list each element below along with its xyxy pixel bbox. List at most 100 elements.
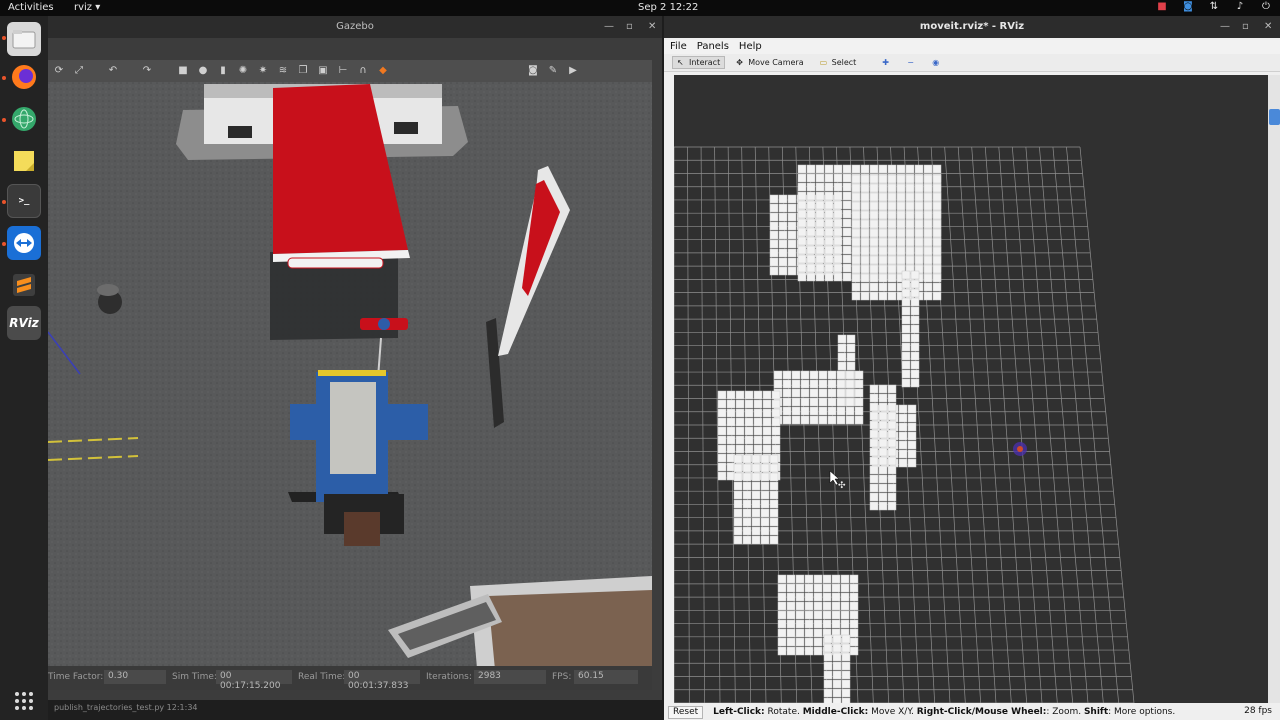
menu-help[interactable]: Help	[739, 40, 762, 54]
voxel	[854, 406, 864, 416]
voxel	[786, 583, 796, 593]
sublime-icon[interactable]	[7, 268, 41, 302]
gazebo-3d-viewport[interactable]	[48, 82, 652, 680]
clock[interactable]: Sep 2 12:22	[638, 2, 698, 13]
voxel	[751, 472, 761, 482]
point-light-icon[interactable]: ✺	[236, 65, 250, 77]
files-icon[interactable]	[7, 22, 41, 56]
minimize-icon[interactable]: —	[1220, 16, 1230, 38]
voxel	[787, 194, 797, 204]
network-icon[interactable]: ⇅	[1208, 1, 1220, 13]
voxel	[778, 239, 788, 249]
voxel	[744, 426, 754, 436]
snap-icon[interactable]: ∩	[356, 65, 370, 77]
system-tray[interactable]: ■ ◙ ⇅ ♪ ⏻	[1156, 1, 1272, 13]
voxel	[786, 592, 796, 602]
voxel	[753, 417, 763, 427]
box-shape-icon[interactable]: ■	[176, 65, 190, 77]
rviz-fps: 28 fps	[1244, 706, 1272, 716]
rotate-mode-icon[interactable]: ⟳	[52, 65, 66, 77]
voxel	[786, 610, 796, 620]
voxel	[841, 652, 851, 662]
voxel	[910, 342, 920, 352]
scale-mode-icon[interactable]: ⤢	[72, 65, 86, 77]
select-tool-button[interactable]: ▭ Select	[815, 56, 862, 69]
voxel	[726, 417, 736, 427]
maximize-icon[interactable]: ▫	[626, 16, 633, 38]
voxel	[822, 601, 832, 611]
move-camera-tool-button[interactable]: ✥ Move Camera	[731, 56, 808, 69]
reset-button[interactable]: Reset	[668, 705, 704, 719]
gazebo-title-bar[interactable]: Gazebo — ▫ ✕	[48, 16, 662, 38]
minimize-icon[interactable]: —	[604, 16, 614, 38]
video-record-icon[interactable]: ▶	[566, 65, 580, 77]
power-icon[interactable]: ⏻	[1260, 1, 1272, 13]
cylinder-shape-icon[interactable]: ▮	[216, 65, 230, 77]
voxel	[751, 508, 761, 518]
spot-light-icon[interactable]: ✷	[256, 65, 270, 77]
log-icon[interactable]: ✎	[546, 65, 560, 77]
voxel	[878, 429, 888, 439]
close-icon[interactable]: ✕	[648, 16, 656, 38]
show-applications-icon[interactable]	[7, 684, 41, 718]
record-icon[interactable]: ■	[1156, 1, 1168, 13]
voxel	[887, 164, 897, 174]
paste-icon[interactable]: ▣	[316, 65, 330, 77]
voxel	[910, 378, 920, 388]
activities-button[interactable]: Activities	[8, 2, 54, 13]
remove-tool-button[interactable]: −	[902, 57, 921, 69]
add-tool-button[interactable]: ✚	[877, 57, 896, 69]
menu-file[interactable]: File	[670, 40, 687, 54]
menu-panels[interactable]: Panels	[697, 40, 729, 54]
voxel	[842, 236, 852, 246]
align-icon[interactable]: ⊢	[336, 65, 350, 77]
voxel	[869, 474, 879, 484]
collapsed-side-panel[interactable]	[1268, 75, 1280, 703]
maximize-icon[interactable]: ▫	[1242, 16, 1249, 38]
teamviewer-icon[interactable]: ◙	[1182, 1, 1194, 13]
voxel	[837, 334, 847, 344]
voxel	[797, 272, 807, 282]
redo-icon[interactable]: ↷	[140, 65, 154, 77]
voxel	[914, 246, 924, 256]
voxel	[898, 404, 908, 414]
voxel	[742, 481, 752, 491]
atom-icon[interactable]	[7, 102, 41, 136]
directional-light-icon[interactable]: ≋	[276, 65, 290, 77]
voxel	[869, 420, 879, 430]
gazebo-status-bar: Time Factor: 0.30 Sim Time: 00 00:17:15.…	[48, 666, 652, 691]
voxel	[797, 173, 807, 183]
voxel	[813, 583, 823, 593]
notes-icon[interactable]	[7, 144, 41, 178]
voxel	[818, 415, 828, 425]
time-factor-label: Time Factor:	[48, 672, 104, 682]
mouse-hint: Left-Click: Rotate. Middle-Click: Move X…	[713, 707, 1175, 717]
rviz-icon[interactable]: RViz	[7, 306, 41, 340]
app-menu[interactable]: rviz ▾	[74, 2, 100, 13]
close-icon[interactable]: ✕	[1264, 16, 1272, 38]
voxel	[887, 483, 897, 493]
change-view-icon[interactable]: ◆	[376, 65, 390, 77]
voxel	[860, 255, 870, 265]
terminal-icon[interactable]: >_	[7, 184, 41, 218]
voxel	[914, 237, 924, 247]
rviz-3d-viewport[interactable]: ✣	[674, 75, 1268, 703]
voxel	[905, 219, 915, 229]
volume-icon[interactable]: ♪	[1234, 1, 1246, 13]
voxel	[769, 481, 779, 491]
sphere-shape-icon[interactable]: ●	[196, 65, 210, 77]
voxel	[932, 219, 942, 229]
firefox-icon[interactable]	[7, 60, 41, 94]
teamviewer-icon[interactable]	[7, 226, 41, 260]
undo-icon[interactable]: ↶	[106, 65, 120, 77]
interact-tool-button[interactable]: ↖ Interact	[672, 56, 726, 69]
screenshot-icon[interactable]: ◙	[526, 65, 540, 77]
copy-icon[interactable]: ❐	[296, 65, 310, 77]
voxel	[860, 201, 870, 211]
voxel	[769, 212, 779, 222]
voxel	[869, 228, 879, 238]
camera-type-button[interactable]: ◉	[927, 57, 946, 69]
voxel	[806, 236, 816, 246]
rviz-title-bar[interactable]: moveit.rviz* - RViz — ▫ ✕	[664, 16, 1280, 38]
voxel	[800, 370, 810, 380]
